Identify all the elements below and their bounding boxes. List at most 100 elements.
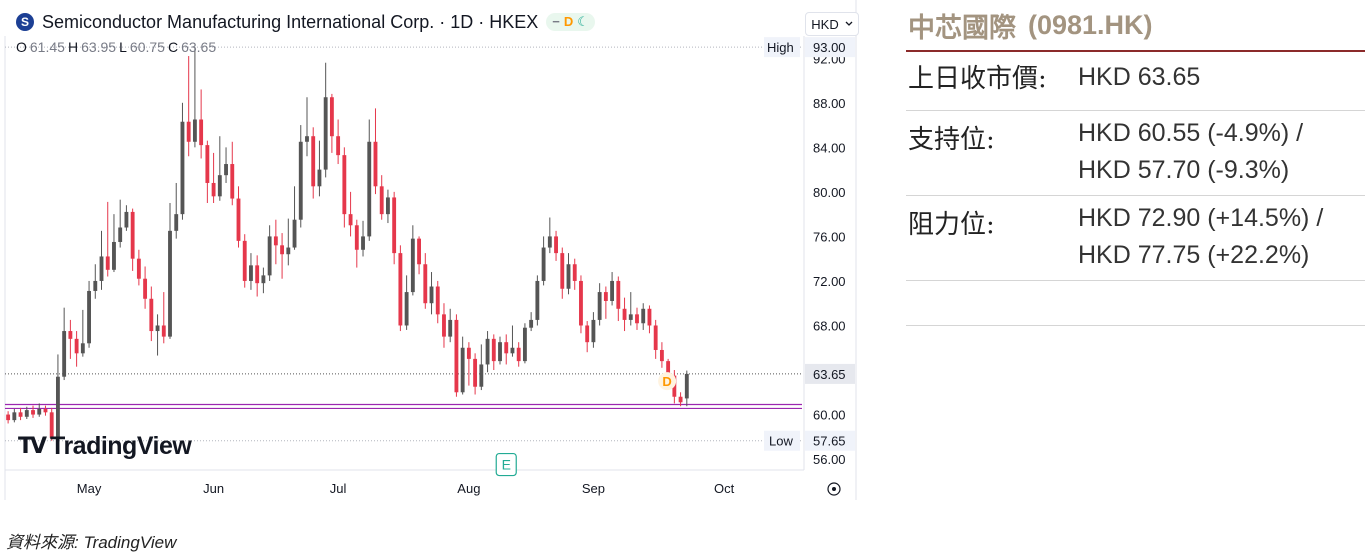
row-value: HKD 63.65 <box>1078 63 1201 91</box>
open-label: O <box>16 39 27 55</box>
candle <box>180 102 185 220</box>
ohlc-readout: O 61.45 H 63.95 L 60.75 C 63.65 <box>16 39 216 55</box>
candle-body <box>466 347 471 359</box>
candle <box>516 342 521 367</box>
candle-body <box>491 338 496 362</box>
candle <box>597 283 602 326</box>
x-tick-label: Oct <box>714 481 735 496</box>
candle-body <box>616 280 621 309</box>
candle-body <box>199 119 204 146</box>
candle <box>342 147 347 228</box>
chart-panel: 56.0060.0064.0068.0072.0076.0080.0084.00… <box>0 0 859 500</box>
candle-body <box>93 280 98 291</box>
candle <box>535 275 540 326</box>
candle-body <box>579 280 583 326</box>
y-tick-label: 56.00 <box>813 452 846 467</box>
candle-body <box>311 136 316 187</box>
chevron-down-icon <box>845 21 853 26</box>
candle-body <box>442 314 446 337</box>
candle <box>12 408 17 423</box>
candle-body <box>529 319 534 328</box>
candle-body <box>373 141 378 187</box>
candle <box>529 312 534 332</box>
candle-body <box>323 97 328 170</box>
candle-body <box>267 236 272 276</box>
candle-body <box>18 412 23 417</box>
candle <box>118 199 123 248</box>
x-tick-label: May <box>77 481 102 496</box>
candle <box>336 119 341 165</box>
candle <box>585 321 590 353</box>
candle-body <box>80 343 85 354</box>
candle <box>55 354 60 440</box>
candle <box>143 266 148 309</box>
candle-body <box>317 169 322 187</box>
candle-body <box>118 227 123 242</box>
candle-body <box>336 136 341 156</box>
candle <box>168 203 172 339</box>
candle <box>298 125 303 228</box>
dividend-badge: D <box>563 14 574 29</box>
candle <box>273 219 278 265</box>
candle-body <box>24 410 29 417</box>
tradingview-logo[interactable]: TV TradingView <box>18 432 192 461</box>
earnings-marker: E <box>502 457 511 473</box>
open-value: 61.45 <box>29 39 65 55</box>
candle-body <box>585 325 590 343</box>
candle <box>124 205 129 231</box>
candle <box>491 334 496 371</box>
candle-body <box>361 236 365 250</box>
x-tick-label: Jun <box>203 481 224 496</box>
candle <box>267 225 272 281</box>
candle <box>305 97 309 157</box>
candle <box>354 219 359 268</box>
candle <box>659 342 664 368</box>
candle <box>616 276 621 322</box>
candle-body <box>348 214 353 226</box>
candle <box>280 233 285 279</box>
candle <box>603 286 608 319</box>
candle <box>205 140 210 204</box>
candle <box>510 325 515 357</box>
candle-body <box>168 230 172 337</box>
info-row-empty <box>906 281 1365 326</box>
dash-icon: − <box>552 14 560 29</box>
candle-body <box>560 253 565 289</box>
candle <box>230 141 235 206</box>
candle-body <box>105 256 110 270</box>
candle <box>572 258 577 290</box>
candle <box>361 220 365 257</box>
candle-body <box>641 308 646 324</box>
status-badges[interactable]: − D ☾ <box>546 13 595 31</box>
candle-body <box>473 358 478 387</box>
candle-body <box>684 373 689 399</box>
candle-body <box>174 214 179 231</box>
candle-body <box>386 197 390 215</box>
info-row-last-close: 上日收市價: HKD 63.65 <box>906 52 1365 111</box>
candle <box>498 336 502 365</box>
candle-body <box>342 155 347 215</box>
symbol-title[interactable]: Semiconductor Manufacturing Internationa… <box>42 12 538 33</box>
candle <box>199 89 204 159</box>
high-value-text: 93.00 <box>813 40 846 55</box>
candle-body <box>286 247 291 255</box>
candle-body <box>74 338 79 354</box>
currency-button[interactable]: HKD <box>805 12 859 36</box>
candle <box>367 119 372 241</box>
candle-body <box>236 198 241 241</box>
candle-body <box>261 275 266 284</box>
row-values: HKD 72.90 (+14.5%) / HKD 77.75 (+22.2%) <box>1078 200 1323 274</box>
candle <box>473 353 478 395</box>
candle-body <box>161 325 166 337</box>
candle-body <box>554 236 558 254</box>
candle-body <box>292 219 297 248</box>
candle-body <box>242 240 247 281</box>
candle-body <box>635 314 639 324</box>
row-value: HKD 72.90 (+14.5%) / <box>1078 204 1324 232</box>
candle-body <box>597 292 602 320</box>
candle <box>136 249 141 286</box>
candle <box>80 309 85 357</box>
price-chart[interactable]: 56.0060.0064.0068.0072.0076.0080.0084.00… <box>0 0 858 500</box>
candle-body <box>298 141 303 220</box>
y-tick-label: 72.00 <box>813 274 846 289</box>
